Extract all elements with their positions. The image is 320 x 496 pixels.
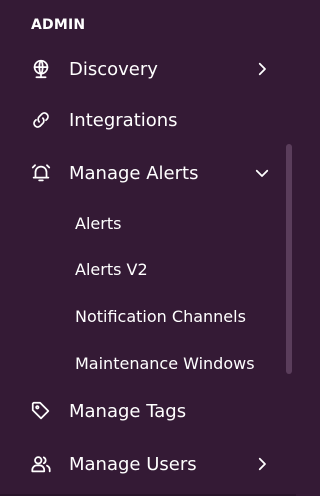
sidebar-item-label: Manage Tags <box>69 400 187 422</box>
sidebar-subitem-alerts[interactable]: Alerts <box>0 205 284 241</box>
sidebar-item-manage-users[interactable]: Manage Users <box>0 444 284 484</box>
sidebar-item-label: Discovery <box>69 58 158 80</box>
chevron-right-icon <box>252 59 272 79</box>
sidebar-item-integrations[interactable]: Integrations <box>0 100 284 140</box>
link-icon <box>30 109 52 131</box>
sidebar-subitem-label: Maintenance Windows <box>75 353 255 373</box>
chevron-down-icon <box>252 163 272 183</box>
sidebar-item-manage-tags[interactable]: Manage Tags <box>0 391 284 431</box>
sidebar-item-label: Manage Alerts <box>69 162 199 184</box>
scrollbar-thumb[interactable] <box>286 144 292 374</box>
sidebar-item-manage-alerts[interactable]: Manage Alerts <box>0 153 284 193</box>
section-label-admin: ADMIN <box>31 17 86 33</box>
alarm-bell-icon <box>30 162 52 184</box>
sidebar-subitem-notification-channels[interactable]: Notification Channels <box>0 298 284 334</box>
tag-icon <box>30 400 52 422</box>
globe-icon <box>30 58 52 80</box>
users-icon <box>30 453 52 475</box>
sidebar-item-discovery[interactable]: Discovery <box>0 49 284 89</box>
sidebar-item-label: Integrations <box>69 109 178 131</box>
sidebar-subitem-label: Alerts V2 <box>75 259 148 279</box>
sidebar-item-label: Manage Users <box>69 453 197 475</box>
chevron-right-icon <box>252 454 272 474</box>
sidebar-subitem-label: Alerts <box>75 213 122 233</box>
sidebar-subitem-label: Notification Channels <box>75 306 246 326</box>
sidebar-subitem-alerts-v2[interactable]: Alerts V2 <box>0 251 284 287</box>
sidebar-subitem-maintenance-windows[interactable]: Maintenance Windows <box>0 345 284 381</box>
admin-sidebar: ADMIN Discovery Integrations Manage Aler… <box>0 0 296 496</box>
